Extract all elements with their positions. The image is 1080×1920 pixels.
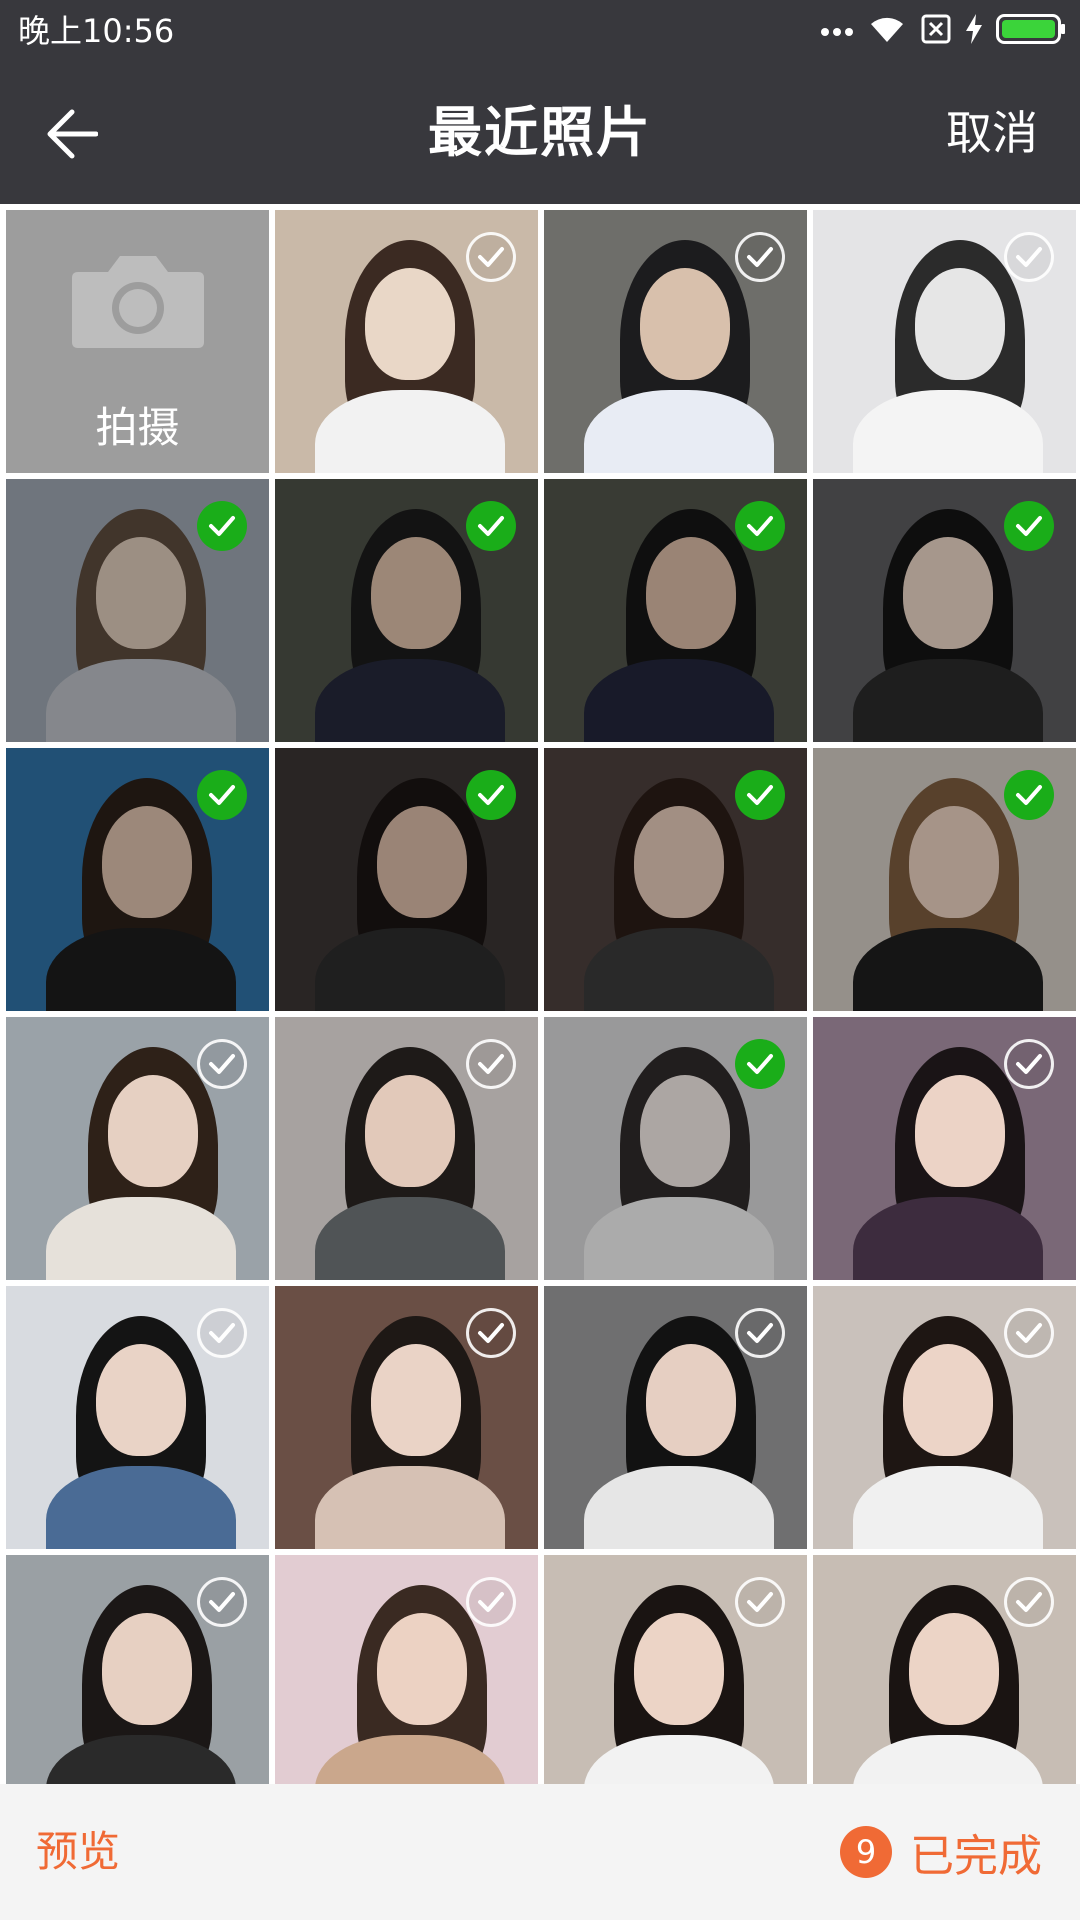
checked-circle-icon[interactable] <box>466 501 516 551</box>
photo-tile[interactable] <box>6 1555 269 1784</box>
unchecked-circle-icon[interactable] <box>197 1577 247 1627</box>
unchecked-circle-icon[interactable] <box>735 1308 785 1358</box>
photo-grid: 拍摄 <box>0 204 1080 1784</box>
page-title: 最近照片 <box>428 101 652 164</box>
checked-circle-icon[interactable] <box>1004 770 1054 820</box>
unchecked-circle-icon[interactable] <box>466 1308 516 1358</box>
done-label: 已完成 <box>910 1831 1042 1882</box>
unchecked-circle-icon[interactable] <box>1004 1577 1054 1627</box>
photo-tile[interactable] <box>544 210 807 473</box>
photo-tile[interactable] <box>544 1017 807 1280</box>
camera-icon <box>72 256 204 348</box>
checked-circle-icon[interactable] <box>1004 501 1054 551</box>
top-nav-bar: 最近照片 取消 <box>0 62 1080 204</box>
status-time: 晚上10:56 <box>18 12 175 50</box>
photo-tile[interactable] <box>813 748 1076 1011</box>
preview-button[interactable]: 预览 <box>36 1784 120 1920</box>
status-icons <box>820 12 1066 50</box>
photo-tile[interactable] <box>544 1555 807 1784</box>
status-bar: 晚上10:56 <box>0 0 1080 62</box>
cancel-button[interactable]: 取消 <box>946 62 1038 204</box>
photo-tile[interactable] <box>6 748 269 1011</box>
unchecked-circle-icon[interactable] <box>1004 1308 1054 1358</box>
photo-tile[interactable] <box>275 1017 538 1280</box>
photo-tile[interactable] <box>813 1286 1076 1549</box>
unchecked-circle-icon[interactable] <box>466 1039 516 1089</box>
wifi-icon <box>868 14 906 48</box>
photo-tile[interactable] <box>275 1286 538 1549</box>
unchecked-circle-icon[interactable] <box>735 1577 785 1627</box>
checked-circle-icon[interactable] <box>735 501 785 551</box>
photo-tile[interactable] <box>544 1286 807 1549</box>
unchecked-circle-icon[interactable] <box>466 1577 516 1627</box>
photo-tile[interactable] <box>544 479 807 742</box>
camera-label: 拍摄 <box>95 403 180 452</box>
checked-circle-icon[interactable] <box>735 770 785 820</box>
photo-tile[interactable] <box>275 210 538 473</box>
photo-tile[interactable] <box>6 1017 269 1280</box>
photo-tile[interactable] <box>6 1286 269 1549</box>
no-sim-icon <box>920 13 952 49</box>
photo-tile[interactable] <box>275 748 538 1011</box>
bottom-bar: 预览 9 已完成 <box>0 1784 1080 1920</box>
unchecked-circle-icon[interactable] <box>1004 232 1054 282</box>
checked-circle-icon[interactable] <box>466 770 516 820</box>
checked-circle-icon[interactable] <box>197 770 247 820</box>
photo-tile[interactable] <box>813 1555 1076 1784</box>
camera-capture-tile[interactable]: 拍摄 <box>6 210 269 473</box>
photo-tile[interactable] <box>813 1017 1076 1280</box>
charging-icon <box>966 14 982 48</box>
photo-tile[interactable] <box>275 479 538 742</box>
more-dots-icon <box>820 22 854 41</box>
unchecked-circle-icon[interactable] <box>1004 1039 1054 1089</box>
done-button[interactable]: 9 已完成 <box>840 1784 1042 1920</box>
unchecked-circle-icon[interactable] <box>466 232 516 282</box>
unchecked-circle-icon[interactable] <box>735 232 785 282</box>
photo-tile[interactable] <box>813 210 1076 473</box>
photo-tile[interactable] <box>544 748 807 1011</box>
unchecked-circle-icon[interactable] <box>197 1308 247 1358</box>
selected-count-badge: 9 <box>840 1826 892 1878</box>
photo-tile[interactable] <box>275 1555 538 1784</box>
photo-tile[interactable] <box>813 479 1076 742</box>
checked-circle-icon[interactable] <box>197 501 247 551</box>
checked-circle-icon[interactable] <box>735 1039 785 1089</box>
battery-icon <box>996 14 1066 48</box>
unchecked-circle-icon[interactable] <box>197 1039 247 1089</box>
photo-tile[interactable] <box>6 479 269 742</box>
